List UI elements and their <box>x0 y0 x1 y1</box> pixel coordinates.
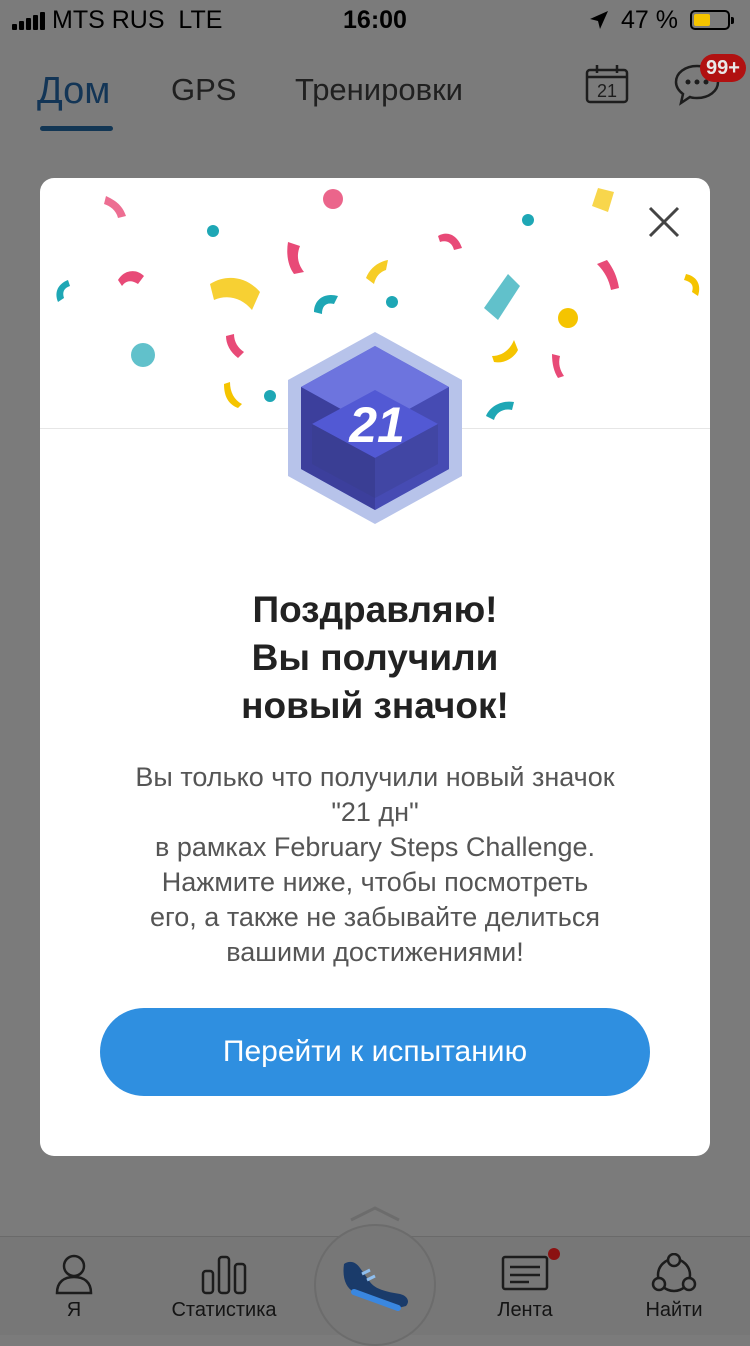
achievement-badge-icon: 21 <box>288 332 462 524</box>
description-line: его, а также не забывайте делиться <box>150 902 600 932</box>
confetti-piece <box>56 280 70 302</box>
tab-bar-item-me[interactable]: Я <box>4 1237 144 1335</box>
confetti-piece <box>323 189 343 209</box>
confetti-piece <box>131 343 155 367</box>
tab-bar-item-feed[interactable]: Лента <box>455 1237 595 1335</box>
confetti-piece <box>592 188 614 212</box>
close-icon[interactable] <box>646 204 682 240</box>
title-line: Поздравляю! <box>252 589 498 630</box>
confetti-piece <box>386 296 398 308</box>
battery-icon <box>690 10 734 30</box>
description-line: вашими достижениями! <box>226 937 524 967</box>
title-line: Вы получили <box>251 637 499 678</box>
description-line: Нажмите ниже, чтобы посмотреть <box>161 867 589 897</box>
confetti-piece <box>597 260 619 290</box>
confetti-piece <box>118 271 144 286</box>
confetti-piece <box>684 274 700 296</box>
active-tab-indicator <box>40 126 113 131</box>
feed-notification-dot <box>548 1248 560 1260</box>
top-nav: Дом GPS Тренировки 21 99+ <box>0 40 750 131</box>
confetti-piece <box>366 260 388 284</box>
confetti-piece <box>484 274 520 320</box>
confetti-piece <box>492 340 518 363</box>
confetti-piece <box>552 354 564 378</box>
svg-text:21: 21 <box>597 81 617 101</box>
go-to-challenge-button[interactable]: Перейти к испытанию <box>100 1008 650 1096</box>
calendar-icon[interactable]: 21 <box>585 64 631 104</box>
tab-home[interactable]: Дом <box>37 70 110 113</box>
tab-gps[interactable]: GPS <box>171 72 236 108</box>
achievement-modal: 21 Поздравляю! Вы получили новый значок!… <box>40 178 710 1156</box>
modal-title: Поздравляю! Вы получили новый значок! <box>40 586 710 730</box>
confetti-piece <box>438 233 462 250</box>
tab-bar-item-find[interactable]: Найти <box>604 1237 744 1335</box>
confetti-piece <box>287 242 304 274</box>
confetti-piece <box>314 294 338 314</box>
shoe-icon <box>343 1261 408 1311</box>
description-line: в рамках February Steps Challenge. <box>154 832 596 862</box>
confetti-piece <box>104 196 126 218</box>
confetti-piece <box>486 401 514 420</box>
people-network-icon <box>651 1253 697 1293</box>
tab-bar-item-activity[interactable] <box>314 1224 436 1346</box>
confetti-piece <box>264 390 276 402</box>
tab-workouts[interactable]: Тренировки <box>295 72 463 108</box>
chat-badge: 99+ <box>700 54 746 82</box>
chevron-up-icon[interactable] <box>349 1204 401 1224</box>
confetti-piece <box>558 308 578 328</box>
location-arrow-icon <box>590 11 608 29</box>
modal-description: Вы только что получили новый значок "21 … <box>70 760 680 970</box>
confetti-piece <box>210 277 260 310</box>
confetti-piece <box>522 214 534 226</box>
description-line: "21 дн" <box>331 797 419 827</box>
bar-chart-icon <box>201 1255 247 1295</box>
tab-bar-item-stats[interactable]: Статистика <box>154 1237 294 1335</box>
svg-text:21: 21 <box>348 397 405 453</box>
battery-percent: 47 % <box>621 6 678 34</box>
description-line: Вы только что получили новый значок <box>135 762 615 792</box>
confetti-piece <box>207 225 219 237</box>
feed-icon <box>501 1255 549 1291</box>
status-bar: MTS RUS LTE 16:00 47 % <box>0 0 750 40</box>
title-line: новый значок! <box>241 685 509 726</box>
confetti-piece <box>226 334 244 358</box>
person-icon <box>55 1254 93 1295</box>
confetti-piece <box>224 382 242 408</box>
